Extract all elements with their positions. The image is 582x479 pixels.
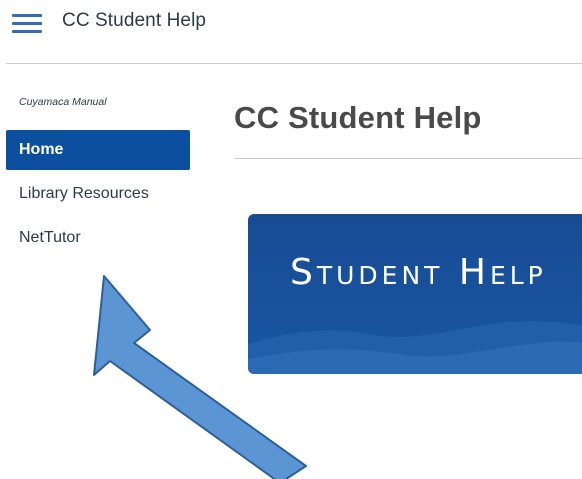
- page: CC Student Help Cuyamaca Manual Home Lib…: [0, 0, 582, 479]
- banner-waves: [248, 321, 582, 374]
- course-label: Cuyamaca Manual: [19, 96, 107, 108]
- hamburger-menu-icon[interactable]: [12, 12, 42, 34]
- top-bar: CC Student Help: [0, 0, 582, 56]
- student-help-banner: Student Help: [248, 214, 582, 374]
- banner-text: Student Help: [290, 252, 547, 293]
- sidebar-item-nettutor[interactable]: NetTutor: [6, 218, 190, 258]
- app-title: CC Student Help: [62, 10, 207, 31]
- header-divider: [6, 63, 582, 64]
- title-divider: [234, 158, 582, 159]
- sidebar-item-library-resources[interactable]: Library Resources: [6, 174, 190, 214]
- sidebar-item-home[interactable]: Home: [6, 130, 190, 170]
- page-title: CC Student Help: [234, 100, 482, 135]
